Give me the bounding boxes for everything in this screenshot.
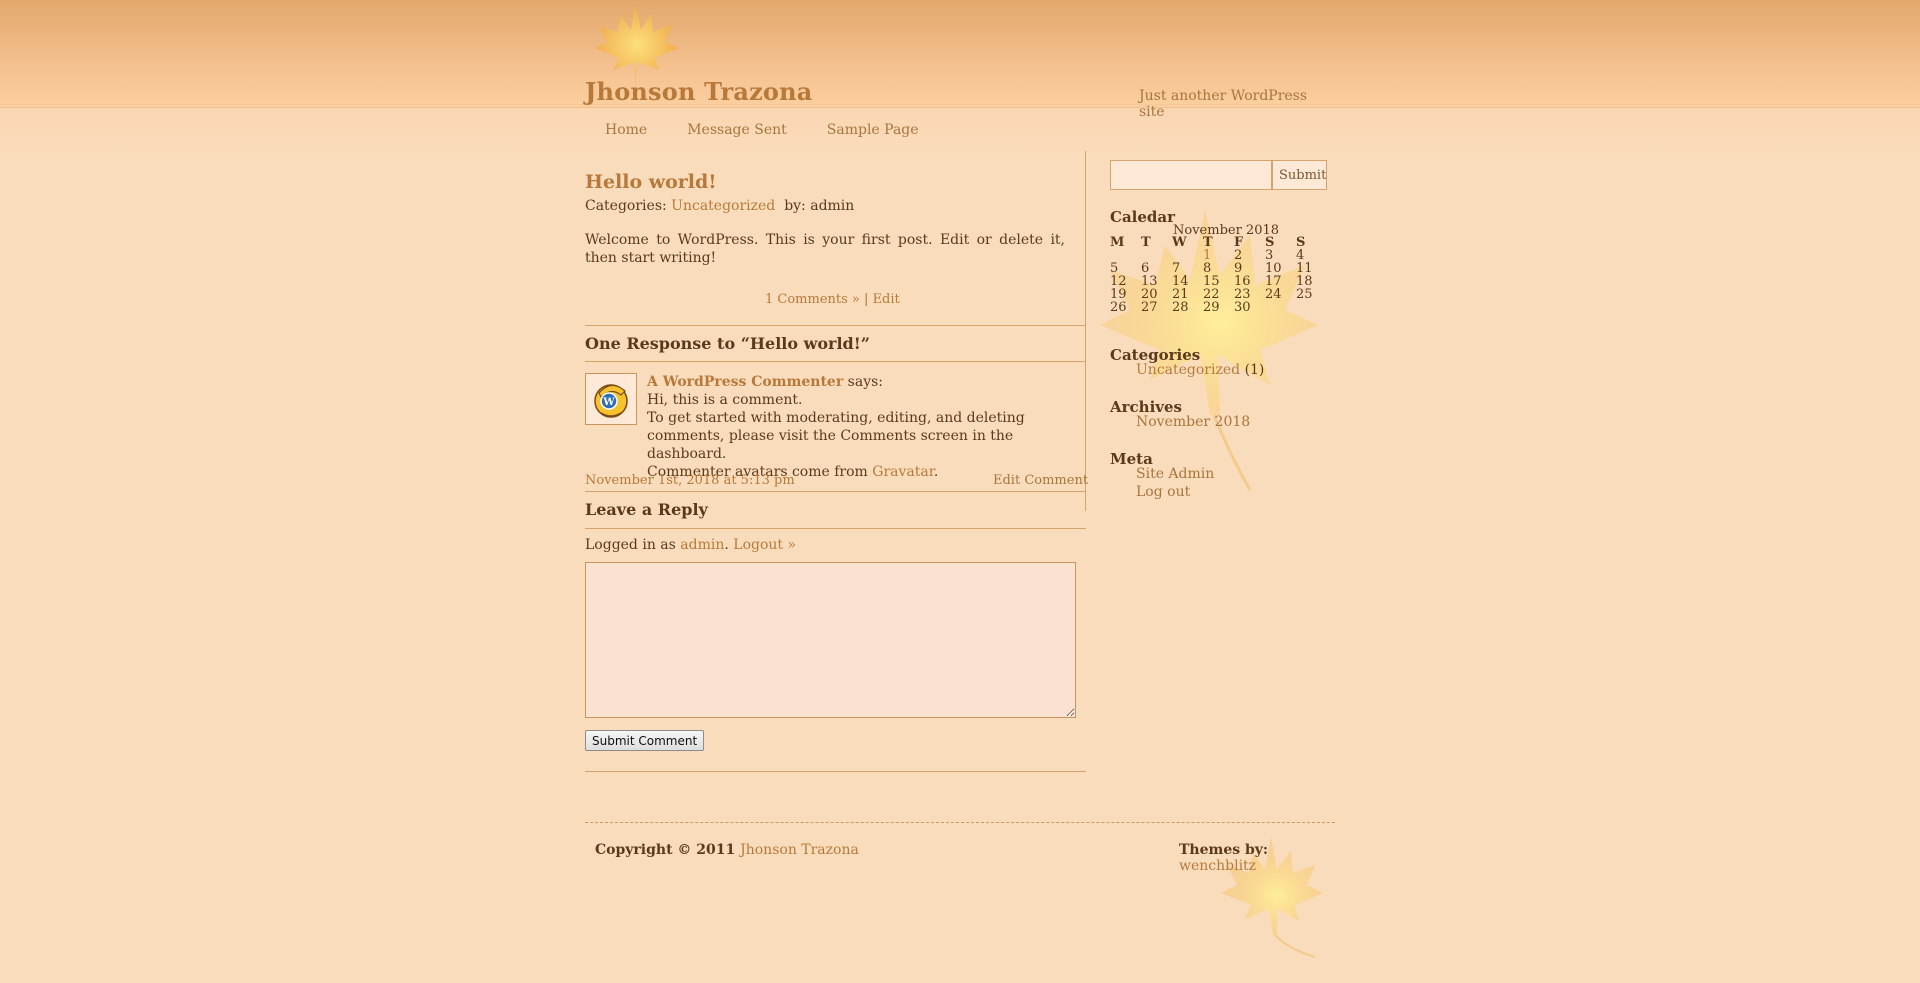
divider	[585, 361, 1086, 362]
themes-author-link[interactable]: wenchblitz	[1179, 858, 1256, 874]
submit-comment-button[interactable]: Submit Comment	[585, 730, 705, 751]
wordpress-avatar-icon: W	[594, 384, 628, 418]
nav-home[interactable]: Home	[605, 122, 647, 138]
edit-comment-link[interactable]: Edit Comment	[993, 473, 1088, 488]
post-author: by: admin	[784, 198, 855, 214]
comment-says: says:	[847, 374, 884, 390]
nav-message-sent[interactable]: Message Sent	[687, 122, 787, 138]
calendar-day: 27	[1141, 300, 1158, 315]
user-link[interactable]: admin	[680, 537, 724, 553]
archive-item-link[interactable]: November 2018	[1136, 414, 1250, 430]
comment-author[interactable]: A WordPress Commenter	[647, 374, 843, 390]
calendar-day	[1265, 301, 1296, 314]
logged-in-note: Logged in as admin. Logout »	[585, 537, 797, 553]
category-item-link[interactable]: Uncategorized	[1136, 362, 1240, 378]
copyright-text: Copyright © 2011	[595, 842, 736, 858]
category-count: (1)	[1244, 362, 1265, 378]
themes-label: Themes by:	[1179, 842, 1269, 858]
search-submit-button[interactable]: Submit	[1272, 160, 1327, 190]
avatar: W	[585, 373, 637, 425]
comment-date[interactable]: November 1st, 2018 at 5:13 pm	[585, 473, 795, 488]
page-wrapper: Jhonson Trazona Just another WordPress s…	[585, 0, 1335, 983]
logout-link[interactable]: Logout »	[733, 537, 796, 553]
calendar-day: 28	[1172, 300, 1189, 315]
calendar-day: 24	[1265, 287, 1282, 302]
gravatar-link[interactable]: Gravatar	[872, 464, 934, 480]
content-divider	[1085, 151, 1086, 511]
calendar-day: 29	[1203, 300, 1220, 315]
calendar-day: 25	[1296, 287, 1313, 302]
site-title[interactable]: Jhonson Trazona	[585, 77, 813, 106]
footer-copyright: Copyright © 2011 Jhonson Trazona	[595, 842, 859, 858]
calendar-day	[1296, 301, 1327, 314]
meta-site-admin-link[interactable]: Site Admin	[1136, 466, 1214, 482]
category-item: Uncategorized (1)	[1136, 362, 1264, 378]
site-tagline: Just another WordPress site	[1139, 88, 1308, 120]
calendar-day-header: M	[1110, 235, 1125, 250]
calendar-day-header: T	[1141, 235, 1151, 250]
calendar-heading: Caledar	[1110, 208, 1176, 226]
footer-site-link[interactable]: Jhonson Trazona	[740, 842, 859, 858]
comment-textarea[interactable]	[585, 562, 1076, 718]
comment-line-end: .	[933, 464, 939, 480]
nav-sample-page[interactable]: Sample Page	[827, 122, 919, 138]
reply-title: Leave a Reply	[585, 500, 708, 519]
calendar-table: M T W T F S S 1 2 3 4 5 6 7 8 9 10 11 12…	[1110, 236, 1327, 314]
links-separator: |	[864, 292, 869, 307]
logged-in-label: Logged in as	[585, 537, 676, 553]
main-nav: Home Message Sent Sample Page	[605, 122, 959, 138]
footer-themes: Themes by: wenchblitz	[1179, 842, 1335, 874]
responses-title: One Response to “Hello world!”	[585, 334, 870, 353]
divider	[585, 771, 1086, 772]
edit-post-link[interactable]: Edit	[873, 292, 900, 307]
calendar-day: 30	[1234, 300, 1251, 315]
divider	[585, 491, 1086, 492]
search-input[interactable]	[1110, 160, 1272, 190]
meta-log-out-link[interactable]: Log out	[1136, 484, 1190, 500]
category-link[interactable]: Uncategorized	[671, 198, 775, 214]
calendar-day-header: W	[1172, 235, 1187, 250]
comment-line: To get started with moderating, editing,…	[647, 410, 1025, 462]
divider	[585, 528, 1086, 529]
svg-text:W: W	[602, 397, 615, 408]
post-title[interactable]: Hello world!	[585, 171, 717, 193]
post-meta: Categories: Uncategorized by: admin	[585, 198, 854, 214]
footer-divider	[585, 822, 1335, 823]
calendar-day: 26	[1110, 300, 1127, 315]
comments-link[interactable]: 1 Comments »	[765, 292, 860, 307]
comment-line: Hi, this is a comment.	[647, 392, 803, 408]
divider	[585, 325, 1086, 326]
post-links: 1 Comments » | Edit	[765, 292, 900, 307]
categories-label: Categories:	[585, 198, 667, 214]
post-body: Welcome to WordPress. This is your first…	[585, 232, 1065, 266]
comment-body: A WordPress Commenter says: Hi, this is …	[647, 373, 1077, 481]
